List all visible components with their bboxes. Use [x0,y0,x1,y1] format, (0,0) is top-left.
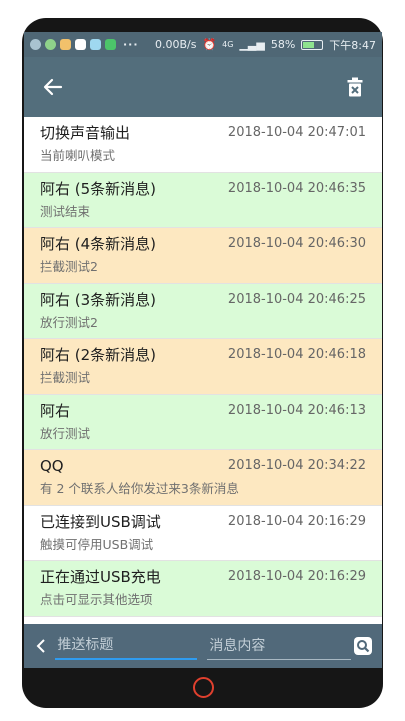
notification-time: 2018-10-04 20:46:13 [227,402,366,418]
notification-text: 放行测试 [40,425,91,441]
signal-bars-icon: ▁▃▅ [239,38,265,51]
bottom-input-bar [24,624,382,668]
notification-text: 拦截测试 [40,370,91,385]
qq-status-icon [60,39,71,50]
notification-row[interactable]: 已连接到USB调试 2018-10-04 20:16:29 触摸可停用USB调试 [24,505,382,561]
notification-row[interactable]: 阿右 (5条新消息) 2018-10-04 20:46:35 测试结束 [24,172,382,228]
notification-text: 放行测试2 [40,314,98,330]
notification-time: 2018-10-04 20:16:29 [227,569,366,584]
battery-icon [301,39,324,50]
notification-row[interactable]: 正在通过USB充电 2018-10-04 20:16:29 点击可显示其他选项 [24,561,382,617]
notification-row[interactable]: 切换声音输出 2018-10-04 20:47:01 当前喇叭模式 [24,117,382,173]
search-button[interactable] [351,633,374,659]
notification-time: 2018-10-04 20:16:29 [227,513,366,529]
status-right: 0.00B/s ⏰ 4G ▁▃▅ 58% 下午8:47 [155,37,376,53]
notification-text: 拦截测试2 [40,259,98,274]
notification-text: 测试结束 [40,203,91,219]
notification-row[interactable]: 阿右 (3条新消息) 2018-10-04 20:46:25 放行测试2 [24,283,382,339]
download-status-icon [105,39,116,50]
notification-list: 切换声音输出 2018-10-04 20:47:01 当前喇叭模式 阿右 (5条新消息… [24,117,382,624]
notification-time: 2018-10-04 20:46:18 [227,347,366,362]
alarm-icon: ⏰ [202,38,217,51]
delete-sweep-icon [347,77,363,97]
notification-row[interactable]: QQ 2018-10-04 20:34:22 有 2 个联系人给你发过来3条新消息 [24,450,382,506]
notification-time: 2018-10-04 20:46:35 [227,180,366,196]
app-bar [24,57,382,117]
notification-text: 触摸可停用USB调试 [40,536,154,552]
notification-text: 当前喇叭模式 [40,148,116,163]
clear-all-button[interactable] [342,74,368,100]
status-app-icons: ··· [30,38,139,51]
battery-percent: 58% [270,38,296,51]
notification-time: 2018-10-04 20:47:01 [227,125,366,140]
net-speed: 0.00B/s [154,38,197,51]
collapse-button[interactable] [32,633,49,659]
notification-time: 2018-10-04 20:46:25 [227,291,366,307]
clock: 下午8:47 [329,38,376,52]
notification-time: 2018-10-04 20:34:22 [227,458,366,473]
app-screen: ··· 0.00B/s ⏰ 4G ▁▃▅ 58% 下午8:47 切换声音输出 2… [24,32,382,668]
arrow-left-icon [43,78,63,96]
notification-row[interactable]: 阿右 (2条新消息) 2018-10-04 20:46:18 拦截测试 [24,339,382,395]
notification-row[interactable]: 阿右 2018-10-04 20:46:13 放行测试 [24,394,382,450]
back-button[interactable] [40,74,66,100]
push-title-input[interactable] [55,632,198,660]
notification-text: 点击可显示其他选项 [40,592,153,607]
chevron-left-icon [36,639,45,653]
home-button[interactable] [193,677,214,698]
image-status-icon [75,39,86,50]
signal-4g: 4G [222,40,234,49]
message-content-input[interactable] [207,632,352,660]
android-status-icon [90,39,101,50]
notification-row[interactable]: 阿右 (4条新消息) 2018-10-04 20:46:30 拦截测试2 [24,228,382,284]
notification-text: 有 2 个联系人给你发过来3条新消息 [40,481,239,496]
notification-time: 2018-10-04 20:46:30 [227,236,366,251]
app-status-icon [30,39,41,50]
more-dots-icon: ··· [123,38,139,51]
status-bar: ··· 0.00B/s ⏰ 4G ▁▃▅ 58% 下午8:47 [24,32,382,57]
search-icon [353,637,372,655]
wechat-status-icon [45,39,56,50]
